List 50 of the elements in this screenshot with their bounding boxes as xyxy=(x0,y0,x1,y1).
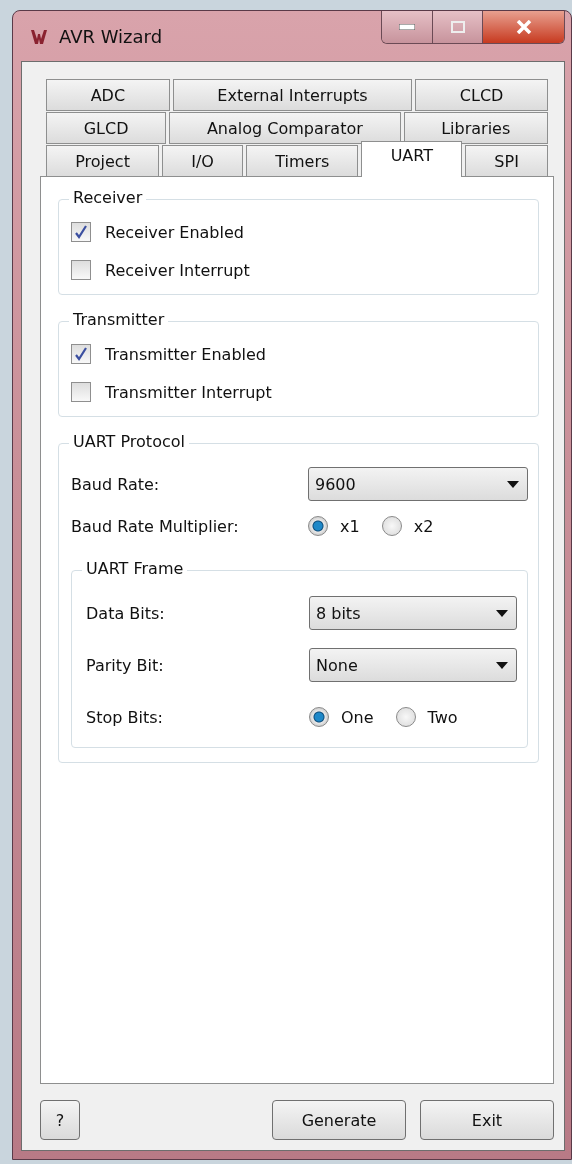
checkbox[interactable] xyxy=(71,344,91,364)
field-label: Parity Bit: xyxy=(86,655,165,675)
exit-button[interactable]: Exit xyxy=(420,1100,554,1140)
radio-button[interactable] xyxy=(308,516,328,536)
window-title: AVR Wizard xyxy=(59,25,163,47)
field-label: Baud Rate Multiplier: xyxy=(71,516,240,536)
dropdown[interactable]: 8 bits xyxy=(309,596,517,630)
checkmark-icon xyxy=(75,225,87,239)
checkbox-label: Receiver Interrupt xyxy=(105,260,250,280)
checkbox[interactable] xyxy=(71,222,91,242)
dropdown-arrow-icon xyxy=(496,661,508,669)
dropdown-arrow-icon xyxy=(496,609,508,617)
dropdown[interactable]: None xyxy=(309,648,517,682)
field-label: Stop Bits: xyxy=(86,707,164,727)
tab[interactable]: Libraries xyxy=(403,112,548,144)
maximize-button[interactable] xyxy=(432,11,482,43)
dropdown[interactable]: 9600 xyxy=(308,467,528,501)
radio-label: x1 xyxy=(340,516,360,536)
tab[interactable]: Analog Comparator xyxy=(169,112,401,144)
radio-button[interactable] xyxy=(309,707,329,727)
generate-button[interactable]: Generate xyxy=(272,1100,406,1140)
tab[interactable]: ADC xyxy=(46,79,170,111)
tab[interactable]: Timers xyxy=(246,145,359,177)
field-label: Baud Rate: xyxy=(71,474,161,494)
tab[interactable]: Project xyxy=(46,145,160,177)
close-button[interactable] xyxy=(482,11,564,43)
field-label: Data Bits: xyxy=(86,603,166,623)
minimize-icon xyxy=(399,24,415,30)
maximize-icon xyxy=(450,21,465,33)
checkbox-label: Transmitter Enabled xyxy=(105,344,267,364)
radio-button[interactable] xyxy=(395,707,416,727)
tab[interactable]: GLCD xyxy=(46,112,167,144)
dropdown-arrow-icon xyxy=(507,480,519,488)
radio-label: Two xyxy=(427,707,458,727)
checkbox[interactable] xyxy=(71,260,91,280)
minimize-button[interactable] xyxy=(382,11,432,43)
checkmark-icon xyxy=(75,347,87,361)
tab[interactable]: SPI xyxy=(465,145,548,177)
radio-label: x2 xyxy=(413,516,434,536)
tab[interactable]: UART xyxy=(361,141,463,177)
checkbox-label: Receiver Enabled xyxy=(105,222,244,242)
help-button[interactable]: ? xyxy=(40,1100,80,1140)
tab[interactable]: External Interrupts xyxy=(172,79,413,111)
tab[interactable]: I/O xyxy=(162,145,244,177)
tab[interactable]: CLCD xyxy=(415,79,548,111)
checkbox[interactable] xyxy=(71,382,91,402)
close-icon xyxy=(515,20,532,34)
checkbox-label: Transmitter Interrupt xyxy=(105,382,272,402)
radio-button[interactable] xyxy=(381,516,402,536)
radio-label: One xyxy=(341,707,374,727)
